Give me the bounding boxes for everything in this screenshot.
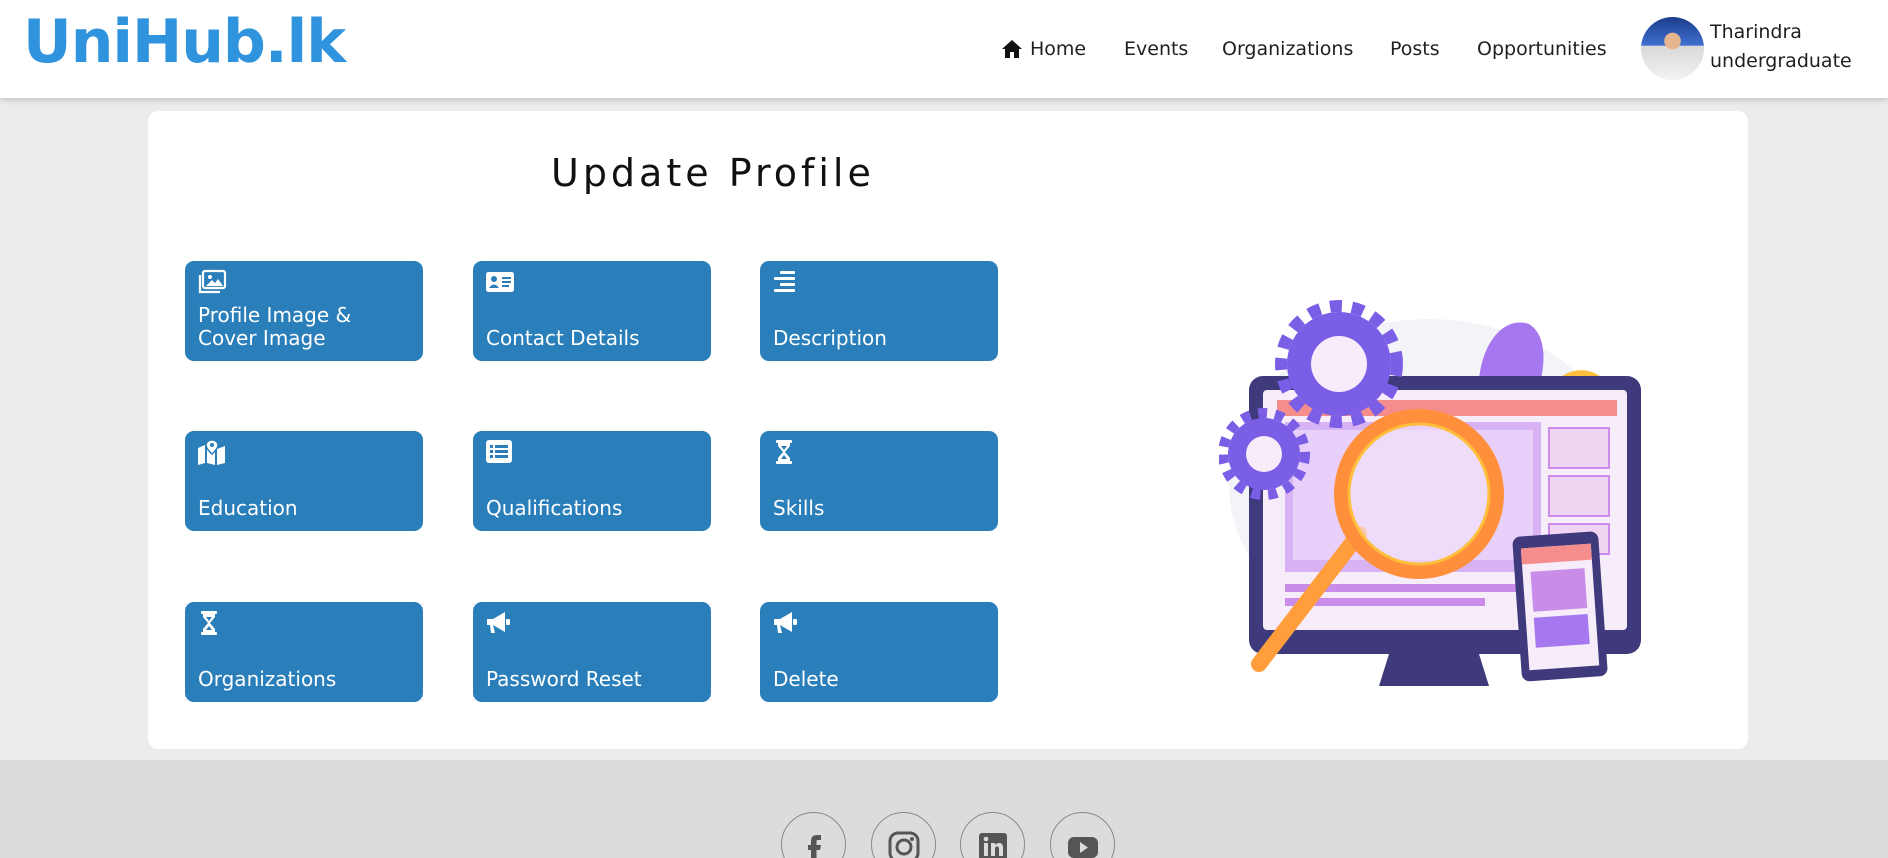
facebook-link[interactable]	[781, 812, 846, 858]
tile-profile-image[interactable]: Profile Image & Cover Image	[185, 261, 423, 361]
tile-skills[interactable]: Skills	[760, 431, 998, 531]
tile-education[interactable]: Education	[185, 431, 423, 531]
page-title: Update Profile	[551, 151, 875, 195]
tile-description[interactable]: Description	[760, 261, 998, 361]
tile-delete[interactable]: Delete	[760, 602, 998, 702]
hourglass-icon	[201, 611, 217, 635]
instagram-link[interactable]	[871, 812, 936, 858]
nav-events[interactable]: Events	[1124, 36, 1188, 62]
user-profile-menu[interactable]: Tharindra undergraduate	[1641, 17, 1881, 81]
bullhorn-icon	[774, 612, 797, 633]
user-role: undergraduate	[1710, 50, 1852, 72]
tile-label: Description	[773, 326, 887, 350]
youtube-link[interactable]	[1050, 812, 1115, 858]
align-right-icon	[774, 271, 795, 292]
user-name: Tharindra	[1710, 21, 1802, 43]
nav-home-label: Home	[1030, 38, 1087, 60]
home-icon	[1002, 40, 1022, 58]
nav-organizations[interactable]: Organizations	[1222, 36, 1353, 62]
avatar	[1641, 17, 1704, 80]
nav-posts[interactable]: Posts	[1390, 36, 1440, 62]
tile-label: Organizations	[198, 667, 337, 691]
tile-contact-details[interactable]: Contact Details	[473, 261, 711, 361]
linkedin-link[interactable]	[960, 812, 1025, 858]
images-icon	[198, 269, 227, 294]
nav-opportunities[interactable]: Opportunities	[1477, 36, 1607, 62]
id-card-icon	[486, 272, 514, 292]
hourglass-icon	[776, 440, 792, 464]
tile-label: Delete	[773, 667, 839, 691]
instagram-icon	[888, 831, 920, 858]
linkedin-icon	[979, 833, 1007, 858]
youtube-icon	[1068, 837, 1098, 858]
tile-label: Skills	[773, 496, 825, 520]
tile-qualifications[interactable]: Qualifications	[473, 431, 711, 531]
footer	[0, 760, 1888, 858]
map-location-icon	[198, 439, 225, 465]
tile-label: Contact Details	[486, 326, 640, 350]
site-logo[interactable]: UniHub.lk	[23, 6, 346, 78]
update-profile-card: Update Profile Profile Image & Cover Ima…	[148, 111, 1748, 749]
tile-label: Qualifications	[486, 496, 623, 520]
tile-label: Education	[198, 496, 298, 520]
facebook-icon	[808, 835, 821, 858]
tile-label: Profile Image & Cover Image	[198, 303, 352, 350]
nav-home[interactable]: Home	[1002, 36, 1087, 62]
tile-password-reset[interactable]: Password Reset	[473, 602, 711, 702]
profile-settings-illustration	[1219, 300, 1641, 686]
tile-label: Password Reset	[486, 667, 642, 691]
top-navbar: UniHub.lk Home Events Organizations Post…	[0, 0, 1888, 98]
bullhorn-icon	[487, 612, 510, 633]
list-icon	[486, 440, 512, 463]
tile-organizations[interactable]: Organizations	[185, 602, 423, 702]
